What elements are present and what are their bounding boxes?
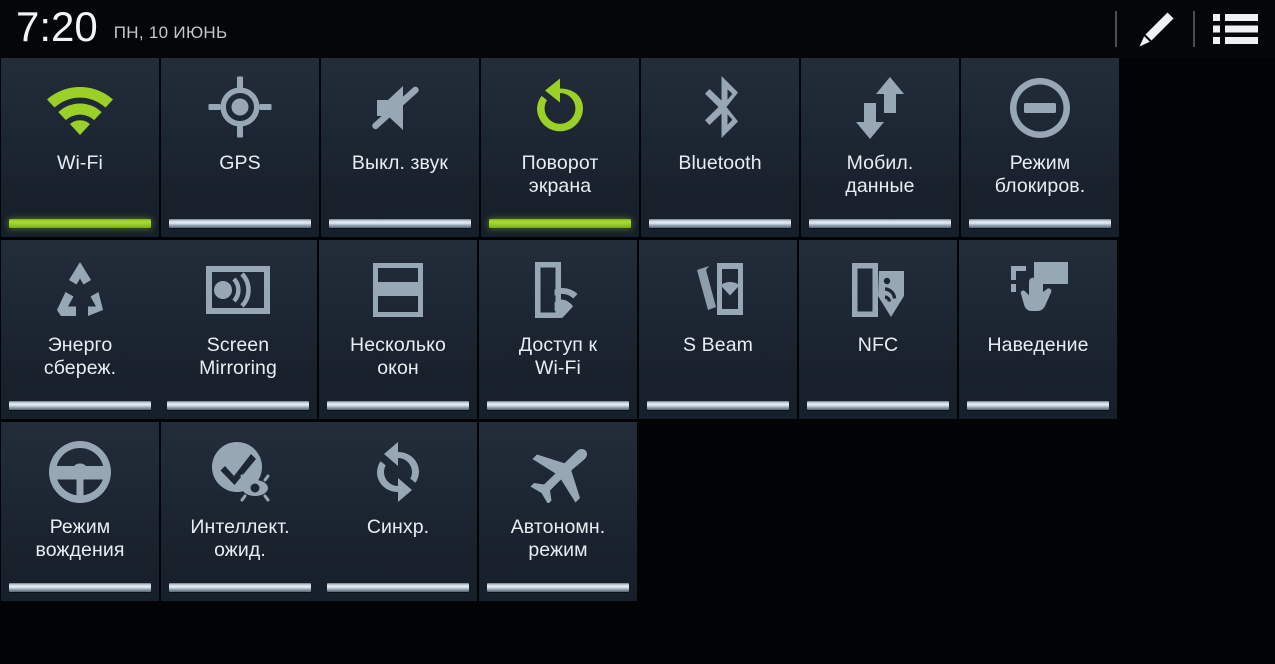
tile-state-indicator (967, 401, 1109, 410)
tile-label-line: Автономн. (510, 516, 606, 538)
tile-state-indicator (327, 583, 469, 592)
tile-state-indicator (329, 219, 471, 228)
wifi-icon (1, 58, 159, 152)
air-view-icon (959, 240, 1117, 334)
tile-label-line: Доступ к (518, 334, 598, 356)
driving-mode-icon (1, 422, 159, 516)
quick-setting-tile-multiwindow[interactable]: Несколько окон (319, 240, 477, 419)
tile-state-indicator (167, 401, 309, 410)
tile-label-line: Wi-Fi (535, 357, 581, 379)
mobile-data-icon (801, 58, 959, 152)
tile-label-line: Bluetooth (678, 152, 762, 174)
airplane-mode-icon (479, 422, 637, 516)
divider (1115, 11, 1117, 47)
quick-setting-tile-wifi[interactable]: Wi-Fi (1, 58, 159, 237)
quick-setting-tile-airview[interactable]: Наведение (959, 240, 1117, 419)
quick-setting-tile-smartstay[interactable]: Интеллект. ожид. (161, 422, 319, 601)
quick-setting-tile-bluetooth[interactable]: Bluetooth (641, 58, 799, 237)
quick-setting-tile-hotspot[interactable]: Доступ к Wi-Fi (479, 240, 637, 419)
tile-label-line: Интеллект. (190, 516, 290, 538)
tile-label-line: Несколько (350, 334, 446, 356)
tile-state-indicator (647, 401, 789, 410)
list-icon[interactable] (1209, 8, 1261, 50)
quick-settings-screen: 7:20 ПН, 10 ИЮНЬ Wi-Fi GPS Выкл. звук По… (0, 0, 1275, 664)
quick-settings-grid: Wi-Fi GPS Выкл. звук Поворот экрана Bluet… (0, 58, 1275, 604)
screen-mirroring-icon (159, 240, 317, 334)
tile-label-line: Мобил. (846, 152, 914, 174)
clock-date: ПН, 10 ИЮНЬ (113, 23, 228, 42)
gps-icon (161, 58, 319, 152)
tile-state-indicator (489, 219, 631, 228)
bluetooth-icon (641, 58, 799, 152)
s-beam-icon (639, 240, 797, 334)
tile-label-line: S Beam (683, 334, 753, 356)
pencil-icon[interactable] (1131, 7, 1179, 51)
multi-window-icon (319, 240, 477, 334)
blocking-mode-icon (961, 58, 1119, 152)
wifi-hotspot-icon (479, 240, 637, 334)
tile-label-line: Синхр. (366, 516, 430, 538)
tile-label-line: сбереж. (43, 357, 117, 379)
tile-label-line: GPS (219, 152, 261, 174)
quick-setting-tile-sync[interactable]: Синхр. (319, 422, 477, 601)
tile-state-indicator (487, 401, 629, 410)
tile-label-line: режим (528, 539, 588, 561)
quick-setting-tile-mute[interactable]: Выкл. звук (321, 58, 479, 237)
tile-label-line: окон (377, 357, 419, 379)
tile-label-line: NFC (857, 334, 899, 356)
divider (1193, 11, 1195, 47)
mute-icon (321, 58, 479, 152)
quick-setting-tile-airplane[interactable]: Автономн. режим (479, 422, 637, 601)
tile-label-line: Энерго (47, 334, 113, 356)
tile-label-line: ожид. (214, 539, 266, 561)
tile-state-indicator (169, 583, 311, 592)
tile-state-indicator (969, 219, 1111, 228)
quick-setting-tile-nfc[interactable]: NFC (799, 240, 957, 419)
tile-state-indicator (809, 219, 951, 228)
smart-stay-icon (161, 422, 319, 516)
tile-label-line: Наведение (987, 334, 1089, 356)
tile-label-line: Режим (1009, 152, 1071, 174)
quick-setting-tile-driving[interactable]: Режим вождения (1, 422, 159, 601)
tile-label-line: Wi-Fi (57, 152, 103, 174)
power-saving-icon (1, 240, 159, 334)
tile-label-line: Поворот (521, 152, 599, 174)
tile-label-line: данные (845, 175, 915, 197)
sync-icon (319, 422, 477, 516)
screen-rotation-icon (481, 58, 639, 152)
tile-label-line: Режим (49, 516, 111, 538)
status-bar-actions (1101, 0, 1275, 58)
quick-setting-tile-sbeam[interactable]: S Beam (639, 240, 797, 419)
quick-setting-tile-blocking[interactable]: Режим блокиров. (961, 58, 1119, 237)
status-bar: 7:20 ПН, 10 ИЮНЬ (0, 0, 1275, 58)
quick-setting-tile-powersave[interactable]: Энерго сбереж. (1, 240, 159, 419)
tile-state-indicator (9, 401, 151, 410)
quick-setting-tile-mobiledata[interactable]: Мобил. данные (801, 58, 959, 237)
tile-state-indicator (487, 583, 629, 592)
tile-label-line: экрана (528, 175, 592, 197)
tile-label-line: Mirroring (199, 357, 277, 379)
tile-state-indicator (9, 583, 151, 592)
quick-setting-tile-gps[interactable]: GPS (161, 58, 319, 237)
tile-state-indicator (9, 219, 151, 228)
tile-label-line: Screen (206, 334, 270, 356)
tile-label-line: Выкл. звук (351, 152, 449, 174)
tile-label-line: блокиров. (994, 175, 1086, 197)
tile-label-line: вождения (35, 539, 125, 561)
tile-state-indicator (807, 401, 949, 410)
quick-setting-tile-mirroring[interactable]: Screen Mirroring (159, 240, 317, 419)
nfc-icon (799, 240, 957, 334)
clock-time: 7:20 (16, 3, 98, 50)
tile-state-indicator (327, 401, 469, 410)
tile-state-indicator (649, 219, 791, 228)
quick-setting-tile-rotation[interactable]: Поворот экрана (481, 58, 639, 237)
tile-state-indicator (169, 219, 311, 228)
